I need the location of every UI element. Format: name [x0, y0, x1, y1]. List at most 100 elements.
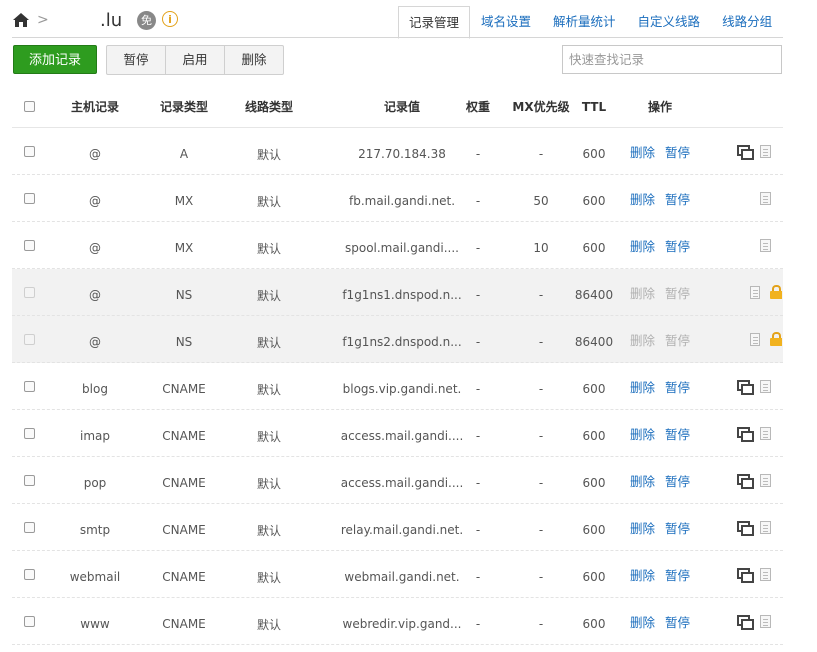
row-pause-link[interactable]: 暂停 [665, 612, 690, 631]
row-checkbox[interactable] [23, 615, 35, 627]
top-bar: > .lu 免 i 记录管理 域名设置 解析量统计 自定义线路 线路分组 [0, 0, 817, 40]
row-delete-link: 删除 [630, 332, 656, 348]
row-delete-link[interactable]: 删除 [630, 424, 655, 443]
row-checkbox[interactable] [23, 145, 35, 157]
cell-line: 默认 [256, 194, 281, 209]
row-delete-link[interactable]: 删除 [630, 612, 655, 631]
cell-mx: 10 [533, 241, 549, 255]
delete-button[interactable]: 删除 [224, 46, 283, 74]
cell-ttl: 86400 [574, 335, 614, 349]
remark-icon[interactable] [760, 144, 771, 158]
row-actions: 删除 暂停 [630, 410, 726, 456]
cell-ttl: 600 [582, 147, 606, 161]
cell-host: @ [89, 288, 101, 302]
cell-mx: - [538, 147, 544, 161]
cell-line: 默认 [256, 570, 281, 585]
cell-ttl: 600 [582, 382, 606, 396]
row-checkbox[interactable] [23, 521, 35, 533]
row-pause-link[interactable]: 暂停 [665, 236, 690, 255]
row-checkbox[interactable] [23, 380, 35, 392]
cell-ttl: 600 [582, 523, 606, 537]
row-pause-link[interactable]: 暂停 [665, 424, 690, 443]
add-record-button[interactable]: 添加记录 [13, 45, 97, 74]
header-host: 主机记录 [70, 100, 119, 114]
cell-line: 默认 [256, 288, 281, 303]
copy-icon[interactable] [737, 426, 754, 442]
header-type: 记录类型 [159, 100, 208, 114]
enable-button[interactable]: 启用 [165, 46, 224, 74]
row-checkbox[interactable] [23, 239, 35, 251]
row-actions: 删除 暂停 [630, 175, 726, 221]
row-pause-link[interactable]: 暂停 [665, 377, 690, 396]
remark-icon[interactable] [760, 238, 771, 252]
tab-custom-lines[interactable]: 自定义线路 [627, 6, 712, 37]
row-actions: 删除 暂停 [630, 222, 726, 268]
remark-icon[interactable] [760, 473, 771, 487]
cell-line: 默认 [256, 617, 281, 632]
copy-icon[interactable] [737, 614, 754, 630]
remark-icon[interactable] [760, 520, 771, 534]
row-pause-link[interactable]: 暂停 [665, 565, 690, 584]
tab-line-groups[interactable]: 线路分组 [711, 6, 783, 37]
copy-icon[interactable] [737, 144, 754, 160]
cell-weight: - [475, 476, 481, 490]
row-actions: 删除 暂停 [630, 128, 726, 174]
table-row: imap CNAME 默认 access.mail.gandi.... - -600 删除暂… [12, 410, 783, 457]
row-checkbox[interactable] [23, 192, 35, 204]
remark-icon[interactable] [760, 567, 771, 581]
home-icon[interactable] [12, 12, 30, 28]
copy-icon[interactable] [737, 567, 754, 583]
row-delete-link[interactable]: 删除 [630, 142, 655, 161]
cell-ttl: 600 [582, 476, 606, 490]
row-delete-link[interactable]: 删除 [630, 236, 655, 255]
row-checkbox[interactable] [23, 474, 35, 486]
remark-icon[interactable] [750, 285, 761, 299]
tab-domain-settings[interactable]: 域名设置 [470, 6, 542, 37]
row-delete-link[interactable]: 删除 [630, 565, 655, 584]
search-input[interactable] [562, 45, 782, 74]
remark-icon[interactable] [750, 332, 761, 346]
cell-mx: - [538, 335, 544, 349]
tab-record-management[interactable]: 记录管理 [398, 6, 471, 39]
remark-icon[interactable] [760, 426, 771, 440]
cell-host: smtp [79, 523, 111, 537]
copy-icon[interactable] [737, 379, 754, 395]
row-delete-link[interactable]: 删除 [630, 471, 655, 490]
remark-icon[interactable] [760, 614, 771, 628]
cell-weight: - [475, 523, 481, 537]
cell-line: 默认 [256, 335, 281, 350]
row-pause-link[interactable]: 暂停 [665, 189, 690, 208]
cell-mx: - [538, 617, 544, 631]
row-pause-link[interactable]: 暂停 [665, 471, 690, 490]
row-delete-link[interactable]: 删除 [630, 189, 655, 208]
table-header: 主机记录 记录类型 线路类型 记录值 权重 MX优先级 TTL 操作 [12, 86, 783, 128]
copy-icon[interactable] [737, 520, 754, 536]
header-weight: 权重 [465, 100, 490, 114]
cell-host: @ [89, 147, 101, 161]
row-delete-link[interactable]: 删除 [630, 377, 655, 396]
row-pause-link[interactable]: 暂停 [665, 142, 690, 161]
remark-icon[interactable] [760, 191, 771, 205]
row-delete-link[interactable]: 删除 [630, 518, 655, 537]
cell-ttl: 86400 [574, 288, 614, 302]
bulk-action-group: 暂停 启用 删除 [106, 45, 284, 75]
cell-mx: - [538, 288, 544, 302]
pause-button[interactable]: 暂停 [107, 46, 165, 74]
info-icon[interactable]: i [162, 11, 178, 27]
table-row: pop CNAME 默认 access.mail.gandi.... - -600 删除 暂停 [12, 457, 783, 504]
row-pause-link[interactable]: 暂停 [665, 518, 690, 537]
tab-divider [12, 37, 783, 38]
select-all-checkbox[interactable] [23, 101, 35, 112]
cell-mx: 50 [533, 194, 549, 208]
cell-weight: - [475, 382, 481, 396]
row-checkbox[interactable] [23, 568, 35, 580]
lock-icon [770, 285, 782, 299]
row-checkbox[interactable] [23, 427, 35, 439]
copy-icon[interactable] [737, 473, 754, 489]
cell-type: CNAME [162, 382, 206, 396]
remark-icon[interactable] [760, 379, 771, 393]
tab-query-stats[interactable]: 解析量统计 [542, 6, 627, 37]
cell-line: 默认 [256, 429, 281, 444]
cell-mx: - [538, 570, 544, 584]
header-ttl: TTL [581, 99, 607, 114]
